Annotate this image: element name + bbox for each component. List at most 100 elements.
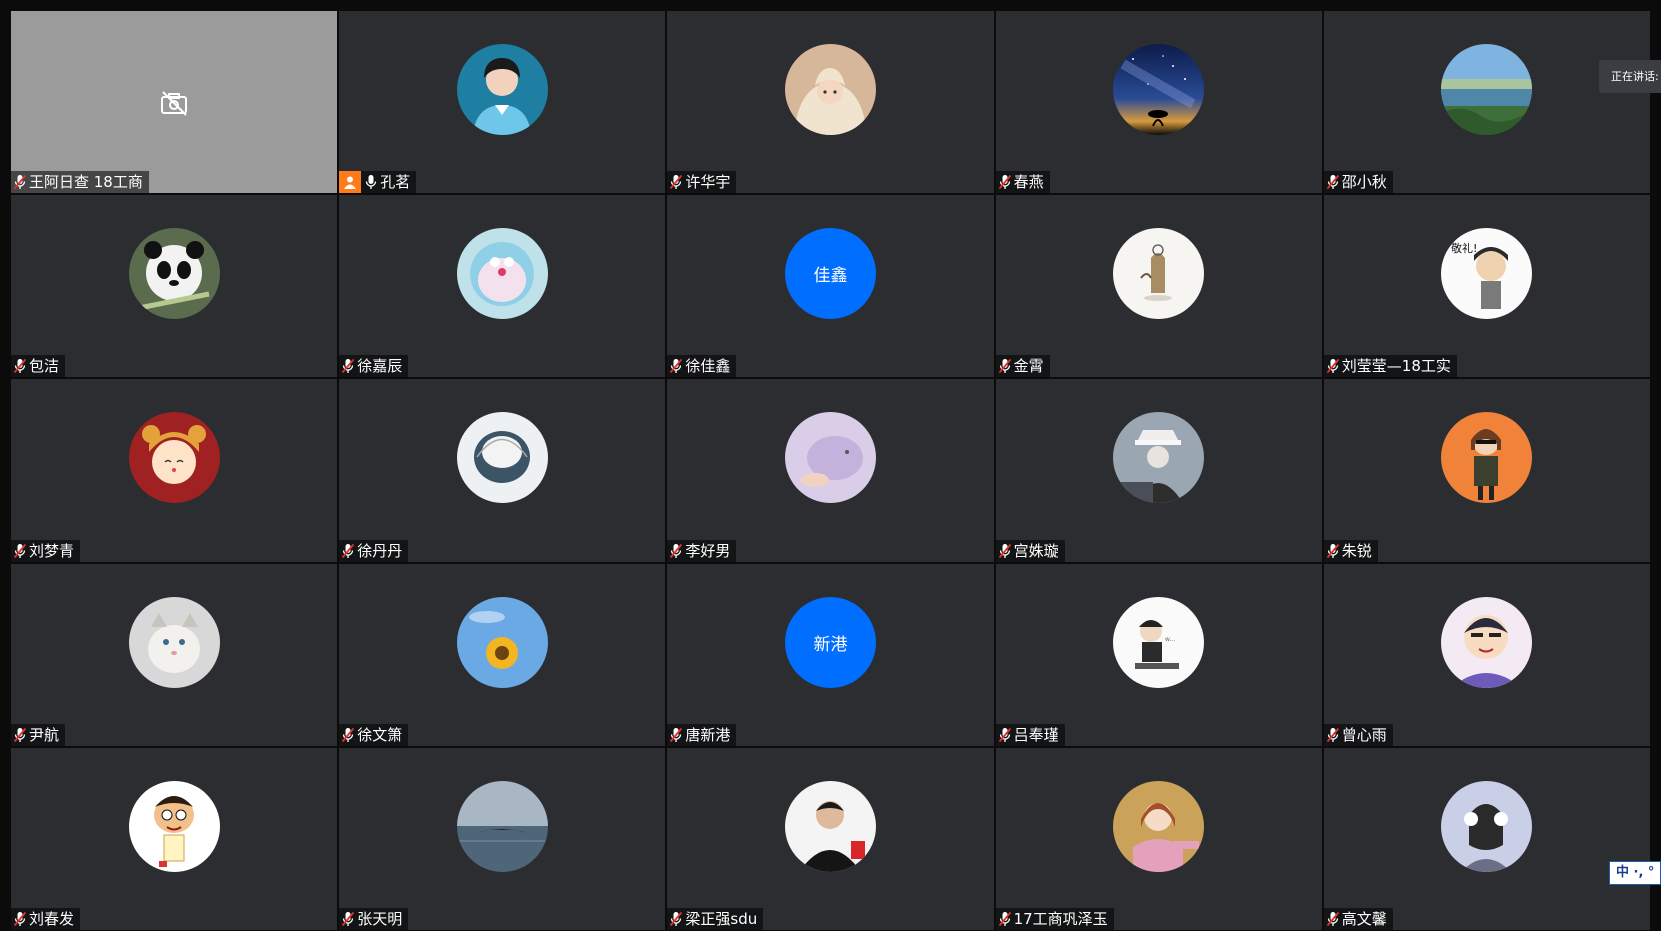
participant-tile[interactable]: w... 吕奉瑾	[995, 563, 1322, 746]
mic-muted-icon	[998, 358, 1014, 374]
participant-avatar	[456, 228, 548, 320]
mic-muted-icon	[341, 727, 357, 743]
ime-status-indicator[interactable]: 中 ·, °	[1609, 861, 1661, 885]
speaking-indicator[interactable]: 正在讲话:	[1599, 60, 1661, 93]
participant-tile[interactable]: 徐丹丹	[339, 379, 666, 562]
participant-avatar-initials: 佳鑫	[784, 228, 876, 320]
participant-nameplate: 刘梦青	[11, 539, 81, 562]
participant-avatar	[128, 596, 220, 688]
mic-muted-icon	[13, 911, 29, 927]
mic-muted-icon	[998, 727, 1014, 743]
participant-name: 徐丹丹	[357, 541, 403, 560]
participant-tile[interactable]: 张天明	[339, 747, 666, 930]
mic-muted-icon	[669, 174, 685, 190]
participant-tile[interactable]: 新港 唐新港	[667, 563, 994, 746]
mic-muted-icon	[1326, 543, 1339, 558]
participant-avatar	[456, 44, 548, 135]
participant-avatar	[1441, 596, 1533, 688]
participant-tile[interactable]: 李好男	[667, 379, 994, 562]
participant-tile[interactable]: 金霄	[995, 195, 1322, 378]
participant-avatar	[1113, 44, 1205, 135]
mic-icon	[366, 175, 377, 190]
participant-grid: 王阿日查 18工商 孔茗 许华宇 春燕 邵小秋 包洁 徐嘉辰 佳鑫 徐佳鑫 金霄 敬礼! 刘莹莹—18…	[11, 11, 1650, 930]
mic-muted-icon	[998, 911, 1011, 927]
mic-muted-icon	[341, 911, 357, 927]
participant-tile[interactable]: 梁正强sdu	[667, 747, 994, 930]
participant-tile[interactable]: 邵小秋	[1323, 11, 1650, 194]
participant-nameplate: 金霄	[995, 355, 1050, 378]
participant-tile[interactable]: 佳鑫徐佳鑫	[667, 195, 994, 378]
mic-muted-icon	[998, 911, 1014, 927]
participant-name: 邵小秋	[1341, 173, 1387, 192]
mic-muted-icon	[1326, 727, 1342, 743]
participant-avatar	[456, 412, 548, 504]
participant-name: 吕奉瑾	[1013, 725, 1059, 744]
participant-nameplate: 邵小秋	[1323, 171, 1393, 194]
participant-avatar: 敬礼!	[1441, 228, 1533, 320]
participant-name: 王阿日查 18工商	[29, 173, 143, 192]
participant-avatar	[128, 412, 220, 504]
participant-tile[interactable]: 春燕	[995, 11, 1322, 194]
participant-name: 刘梦青	[29, 541, 75, 560]
mic-muted-icon	[1326, 543, 1342, 559]
participant-tile[interactable]: 许华宇	[667, 11, 994, 194]
participant-nameplate: 宫姝璇	[995, 539, 1065, 562]
participant-tile[interactable]: 高文馨	[1323, 747, 1650, 930]
participant-tile[interactable]: 刘梦青	[11, 379, 338, 562]
participant-tile[interactable]: 包洁	[11, 195, 338, 378]
mic-muted-icon	[1326, 911, 1339, 927]
participant-nameplate: 尹航	[11, 723, 66, 746]
mic-muted-icon	[998, 543, 1011, 558]
mic-muted-icon	[341, 358, 357, 374]
mic-muted-icon	[669, 543, 685, 559]
participant-tile[interactable]: 朱锐	[1323, 379, 1650, 562]
participant-name: 许华宇	[685, 173, 731, 192]
participant-nameplate: 王阿日查 18工商	[11, 171, 149, 194]
mic-muted-icon	[998, 359, 1011, 374]
host-icon	[339, 171, 362, 194]
participant-tile[interactable]: 17工商巩泽玉	[995, 747, 1322, 930]
participant-name: 孔茗	[380, 173, 411, 192]
participant-avatar	[784, 44, 876, 135]
participant-nameplate: 曾心雨	[1323, 723, 1393, 746]
participant-tile[interactable]: 刘春发	[11, 747, 338, 930]
participant-tile[interactable]: 宫姝璇	[995, 379, 1322, 562]
participant-name: 徐佳鑫	[685, 357, 731, 376]
participant-name: 春燕	[1013, 173, 1044, 192]
participant-avatar	[1113, 228, 1205, 320]
mic-icon	[364, 174, 380, 190]
participant-name: 17工商巩泽玉	[1013, 909, 1108, 928]
mic-muted-icon	[1326, 359, 1339, 374]
participant-avatar	[128, 228, 220, 320]
mic-muted-icon	[13, 727, 29, 743]
mic-muted-icon	[341, 543, 357, 559]
svg-text:w...: w...	[1165, 636, 1175, 643]
participant-avatar	[784, 412, 876, 504]
participant-tile[interactable]: 孔茗	[339, 11, 666, 194]
participant-avatar	[1113, 780, 1205, 872]
participant-avatar	[1113, 412, 1205, 504]
participant-name: 唐新港	[685, 725, 731, 744]
participant-avatar	[456, 780, 548, 872]
mic-muted-icon	[998, 174, 1014, 190]
participant-nameplate: 高文馨	[1323, 907, 1393, 930]
participant-tile[interactable]: 徐嘉辰	[339, 195, 666, 378]
participant-nameplate: 朱锐	[1323, 539, 1378, 562]
mic-muted-icon	[1326, 175, 1339, 190]
mic-muted-icon	[670, 359, 683, 374]
participant-tile[interactable]: 王阿日查 18工商	[11, 11, 338, 194]
mic-muted-icon	[342, 911, 355, 927]
participant-tile[interactable]: 徐文箫	[339, 563, 666, 746]
mic-muted-icon	[669, 727, 685, 743]
participant-name: 梁正强sdu	[685, 909, 758, 928]
participant-avatar	[1441, 44, 1533, 135]
mic-muted-icon	[13, 543, 27, 558]
mic-muted-icon	[1326, 174, 1342, 190]
participant-tile[interactable]: 曾心雨	[1323, 563, 1650, 746]
mic-muted-icon	[670, 727, 683, 742]
participant-tile[interactable]: 敬礼! 刘莹莹—18工实	[1323, 195, 1650, 378]
mic-muted-icon	[1326, 727, 1339, 742]
participant-tile[interactable]: 尹航	[11, 563, 338, 746]
participant-nameplate: 17工商巩泽玉	[995, 907, 1114, 930]
participant-nameplate: 徐嘉辰	[339, 355, 409, 378]
